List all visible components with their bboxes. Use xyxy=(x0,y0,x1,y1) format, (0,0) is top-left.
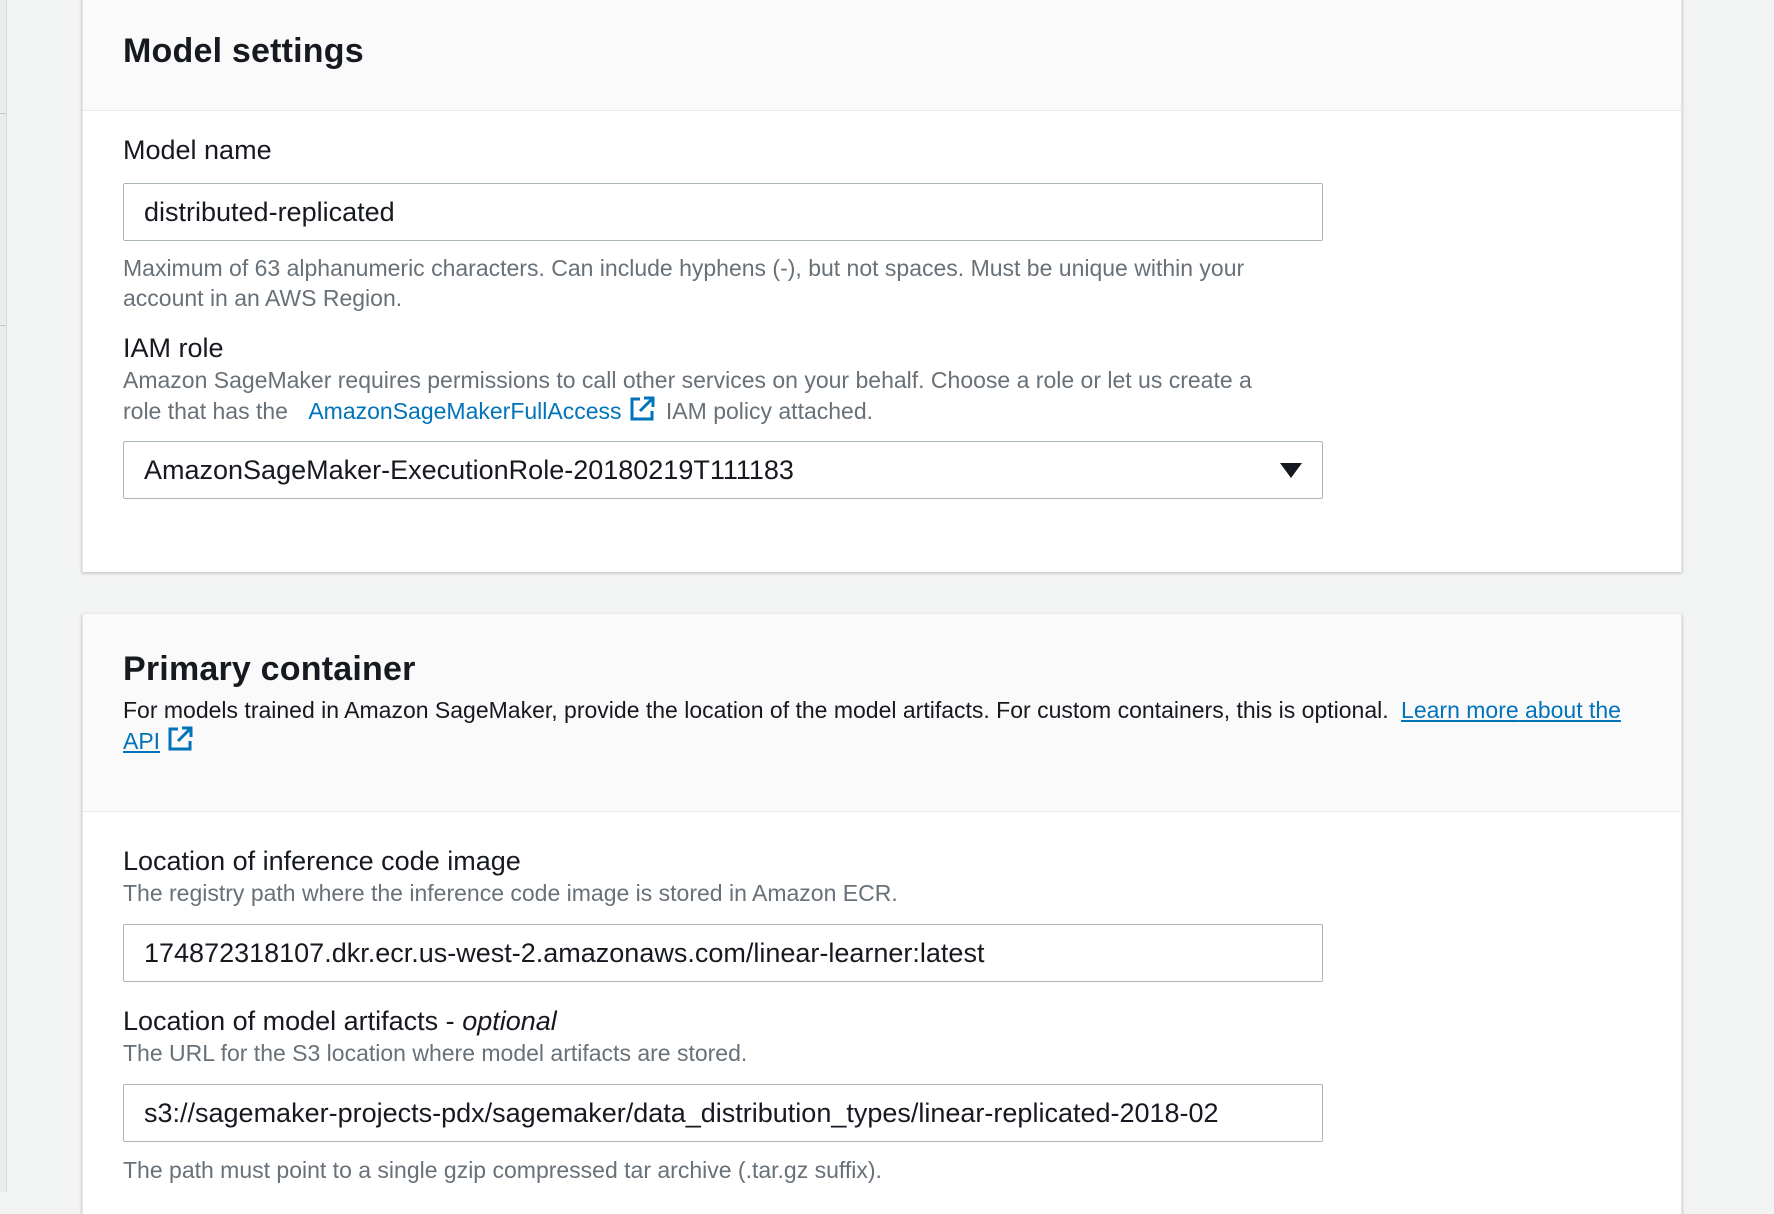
model-artifacts-footer-hint: The path must point to a single gzip com… xyxy=(123,1157,882,1183)
inference-image-value: 174872318107.dkr.ecr.us-west-2.amazonaws… xyxy=(144,937,985,968)
caret-down-icon xyxy=(1280,462,1302,478)
edge-divider xyxy=(0,113,6,114)
hint-line: account in an AWS Region. xyxy=(123,285,403,311)
page-left-edge xyxy=(0,0,7,1192)
desc-line: Amazon SageMaker requires permissions to… xyxy=(123,367,1252,393)
desc-suffix: IAM policy attached. xyxy=(665,398,874,424)
inference-image-description: The registry path where the inference co… xyxy=(123,880,898,906)
model-name-label: Model name xyxy=(123,135,272,165)
iam-role-label: IAM role xyxy=(123,333,224,363)
panel-title: Primary container xyxy=(123,650,416,688)
model-settings-panel: Model settings Model name distributed-re… xyxy=(82,0,1682,572)
model-artifacts-input[interactable]: s3://sagemaker-projects-pdx/sagemaker/da… xyxy=(123,1084,1323,1142)
model-name-input[interactable]: distributed-replicated xyxy=(123,183,1323,241)
desc-prefix: role that has the xyxy=(123,398,288,424)
edge-divider xyxy=(0,325,6,326)
external-link-icon xyxy=(166,725,194,760)
full-access-policy-link[interactable]: AmazonSageMakerFullAccess xyxy=(308,396,655,424)
model-artifacts-label-text: Location of model artifacts - xyxy=(123,1006,455,1036)
model-artifacts-description: The URL for the S3 location where model … xyxy=(123,1040,748,1066)
external-link-icon xyxy=(628,395,656,430)
model-name-value: distributed-replicated xyxy=(144,196,395,227)
desc-text: For models trained in Amazon SageMaker, … xyxy=(123,697,1389,723)
model-settings-header: Model settings xyxy=(83,0,1681,111)
policy-link-text: AmazonSageMakerFullAccess xyxy=(308,398,622,424)
model-artifacts-value: s3://sagemaker-projects-pdx/sagemaker/da… xyxy=(144,1097,1219,1128)
iam-role-selected-value: AmazonSageMaker-ExecutionRole-20180219T1… xyxy=(144,454,794,485)
learn-more-text: Learn more xyxy=(1401,697,1519,723)
model-artifacts-label: Location of model artifacts - optional xyxy=(123,1004,557,1038)
primary-container-header: Primary container For models trained in … xyxy=(83,614,1681,812)
panel-title: Model settings xyxy=(123,32,364,70)
inference-image-input[interactable]: 174872318107.dkr.ecr.us-west-2.amazonaws… xyxy=(123,924,1323,982)
optional-label: optional xyxy=(462,1006,557,1036)
primary-container-panel: Primary container For models trained in … xyxy=(82,614,1682,1214)
iam-role-select[interactable]: AmazonSageMaker-ExecutionRole-20180219T1… xyxy=(123,441,1323,499)
iam-role-description: Amazon SageMaker requires permissions to… xyxy=(123,365,1252,430)
inference-image-label: Location of inference code image xyxy=(123,846,521,876)
primary-container-description: For models trained in Amazon SageMaker, … xyxy=(123,695,1621,760)
hint-line: Maximum of 63 alphanumeric characters. C… xyxy=(123,255,1245,281)
model-name-hint: Maximum of 63 alphanumeric characters. C… xyxy=(123,253,1244,313)
desc-line: role that has the AmazonSageMakerFullAcc… xyxy=(123,395,1252,430)
